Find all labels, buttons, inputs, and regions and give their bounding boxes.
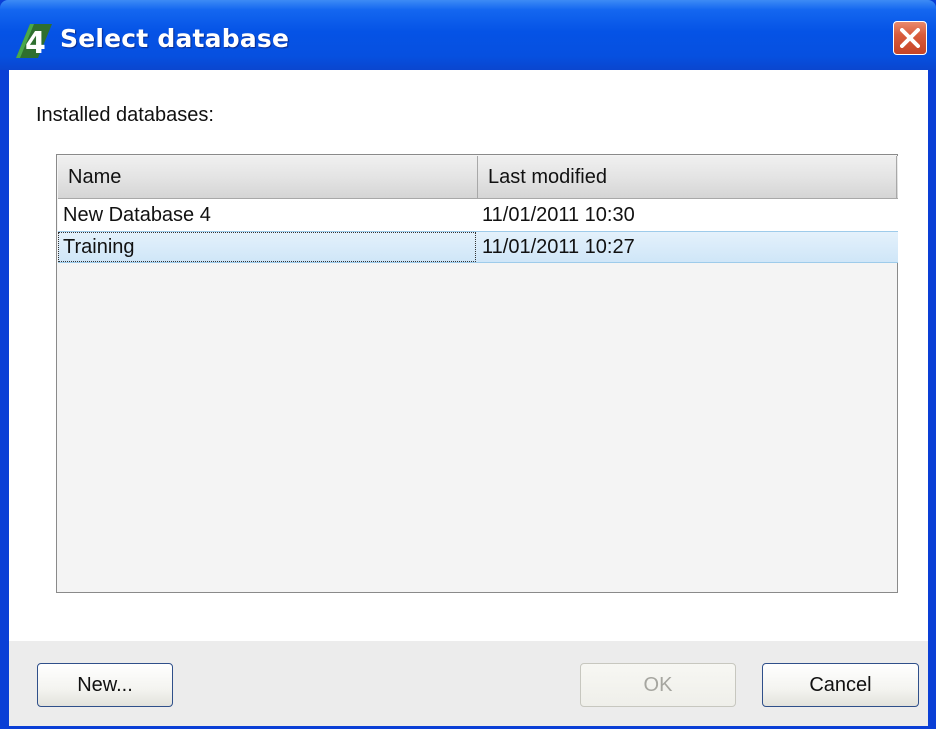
row-modified-cell: 11/01/2011 10:27 [482,236,635,258]
column-header-last-modified[interactable]: Last modified [488,156,607,198]
database-list[interactable]: Name Last modified New Database 4 11/01/… [56,154,898,593]
row-modified-cell: 11/01/2011 10:30 [482,204,635,226]
dialog-window: 4 Select database Installed databases: N… [0,0,936,729]
4d-app-icon: 4 [16,24,52,58]
table-row-selected[interactable]: Training 11/01/2011 10:27 [58,231,898,263]
cancel-button[interactable]: Cancel [762,663,919,707]
column-divider [896,156,897,198]
close-button[interactable] [893,21,927,55]
row-name-cell: Training [63,236,135,258]
button-bar: New... OK Cancel [9,641,928,726]
list-header: Name Last modified [58,156,898,199]
window-title: Select database [60,24,290,53]
svg-text:4: 4 [25,26,46,58]
close-icon [900,28,920,48]
installed-databases-label: Installed databases: [36,104,214,126]
dialog-body: Installed databases: Name Last modified … [9,70,928,726]
title-bar[interactable]: 4 Select database [0,0,936,70]
column-header-name[interactable]: Name [68,156,121,198]
new-button[interactable]: New... [37,663,173,707]
column-divider[interactable] [477,156,478,198]
row-name-cell: New Database 4 [63,204,211,226]
ok-button[interactable]: OK [580,663,736,707]
table-row[interactable]: New Database 4 11/01/2011 10:30 [58,199,898,231]
